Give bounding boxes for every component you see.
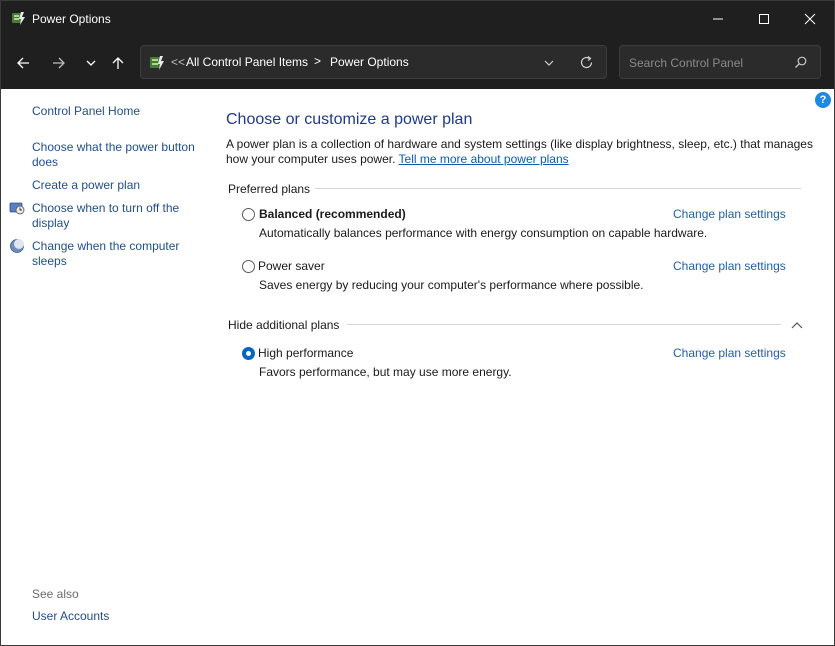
arrow-left-icon (17, 57, 29, 69)
preferred-plans-label: Preferred plans (228, 182, 311, 196)
high-performance-plan-description: Favors performance, but may use more ene… (259, 365, 512, 379)
arrow-right-icon (53, 57, 65, 69)
moon-sleep-icon (9, 238, 25, 254)
search-box[interactable]: Search Control Panel (619, 45, 821, 79)
close-icon (804, 13, 816, 25)
close-button[interactable] (787, 1, 833, 37)
see-also-user-accounts[interactable]: User Accounts (32, 609, 109, 624)
page-description: A power plan is a collection of hardware… (226, 137, 816, 167)
power-saver-plan-description: Saves energy by reducing your computer's… (259, 278, 644, 292)
maximize-button[interactable] (741, 1, 787, 37)
power-options-window: Power Options << All Control Panel Items… (0, 0, 835, 646)
title-bar[interactable]: Power Options (1, 1, 834, 37)
hide-additional-plans-toggle[interactable]: Hide additional plans (228, 318, 339, 332)
breadcrumb-separator[interactable]: > (314, 54, 321, 68)
address-bar[interactable]: << All Control Panel Items > Power Optio… (140, 45, 607, 79)
additional-plans-divider (347, 324, 781, 325)
arrow-up-icon (112, 57, 124, 69)
page-title: Choose or customize a power plan (226, 111, 473, 128)
sidebar-item-create-plan[interactable]: Create a power plan (32, 178, 140, 193)
breadcrumb-power-options[interactable]: Power Options (330, 55, 409, 69)
sidebar-item-turn-off-display[interactable]: Choose when to turn off the display (32, 201, 202, 231)
refresh-icon (580, 56, 593, 69)
high-performance-radio[interactable] (242, 347, 255, 360)
window-title: Power Options (32, 12, 111, 26)
sidebar-item-computer-sleeps[interactable]: Change when the computer sleeps (32, 239, 202, 269)
learn-more-link[interactable]: Tell me more about power plans (399, 152, 569, 166)
chevron-down-icon (86, 60, 96, 66)
see-also-label: See also (32, 587, 79, 601)
balanced-plan-description: Automatically balances performance with … (259, 226, 708, 240)
breadcrumb-all-control-panel-items[interactable]: All Control Panel Items (186, 55, 308, 69)
high-performance-plan-name[interactable]: High performance (258, 346, 353, 360)
chevron-down-icon (544, 60, 554, 66)
preferred-plans-divider (315, 188, 801, 189)
help-icon[interactable]: ? (815, 92, 831, 108)
search-icon[interactable] (794, 56, 807, 69)
balanced-plan-name[interactable]: Balanced (recommended) (259, 207, 406, 221)
back-button[interactable] (9, 49, 37, 77)
search-placeholder: Search Control Panel (629, 56, 744, 70)
address-dropdown-button[interactable] (542, 56, 556, 70)
power-saver-radio[interactable] (242, 260, 255, 273)
power-saver-change-settings-link[interactable]: Change plan settings (673, 259, 786, 273)
sidebar-control-panel-home[interactable]: Control Panel Home (32, 104, 140, 119)
maximize-icon (759, 14, 769, 24)
power-options-app-icon (10, 10, 26, 26)
chevron-up-icon[interactable] (791, 319, 803, 329)
minimize-button[interactable] (695, 1, 741, 37)
balanced-radio[interactable] (242, 208, 255, 221)
high-performance-change-settings-link[interactable]: Change plan settings (673, 346, 786, 360)
balanced-change-settings-link[interactable]: Change plan settings (673, 207, 786, 221)
control-panel-icon (148, 54, 165, 71)
recent-locations-button[interactable] (77, 49, 105, 77)
up-button[interactable] (104, 49, 132, 77)
minimize-icon (713, 18, 723, 20)
power-saver-plan-name[interactable]: Power saver (258, 259, 325, 273)
forward-button[interactable] (45, 49, 73, 77)
refresh-button[interactable] (579, 55, 594, 70)
navigation-bar: << All Control Panel Items > Power Optio… (1, 37, 834, 89)
address-overflow-chevron[interactable]: << (171, 55, 185, 69)
display-clock-icon (9, 200, 25, 216)
sidebar-item-power-button[interactable]: Choose what the power button does (32, 140, 208, 170)
